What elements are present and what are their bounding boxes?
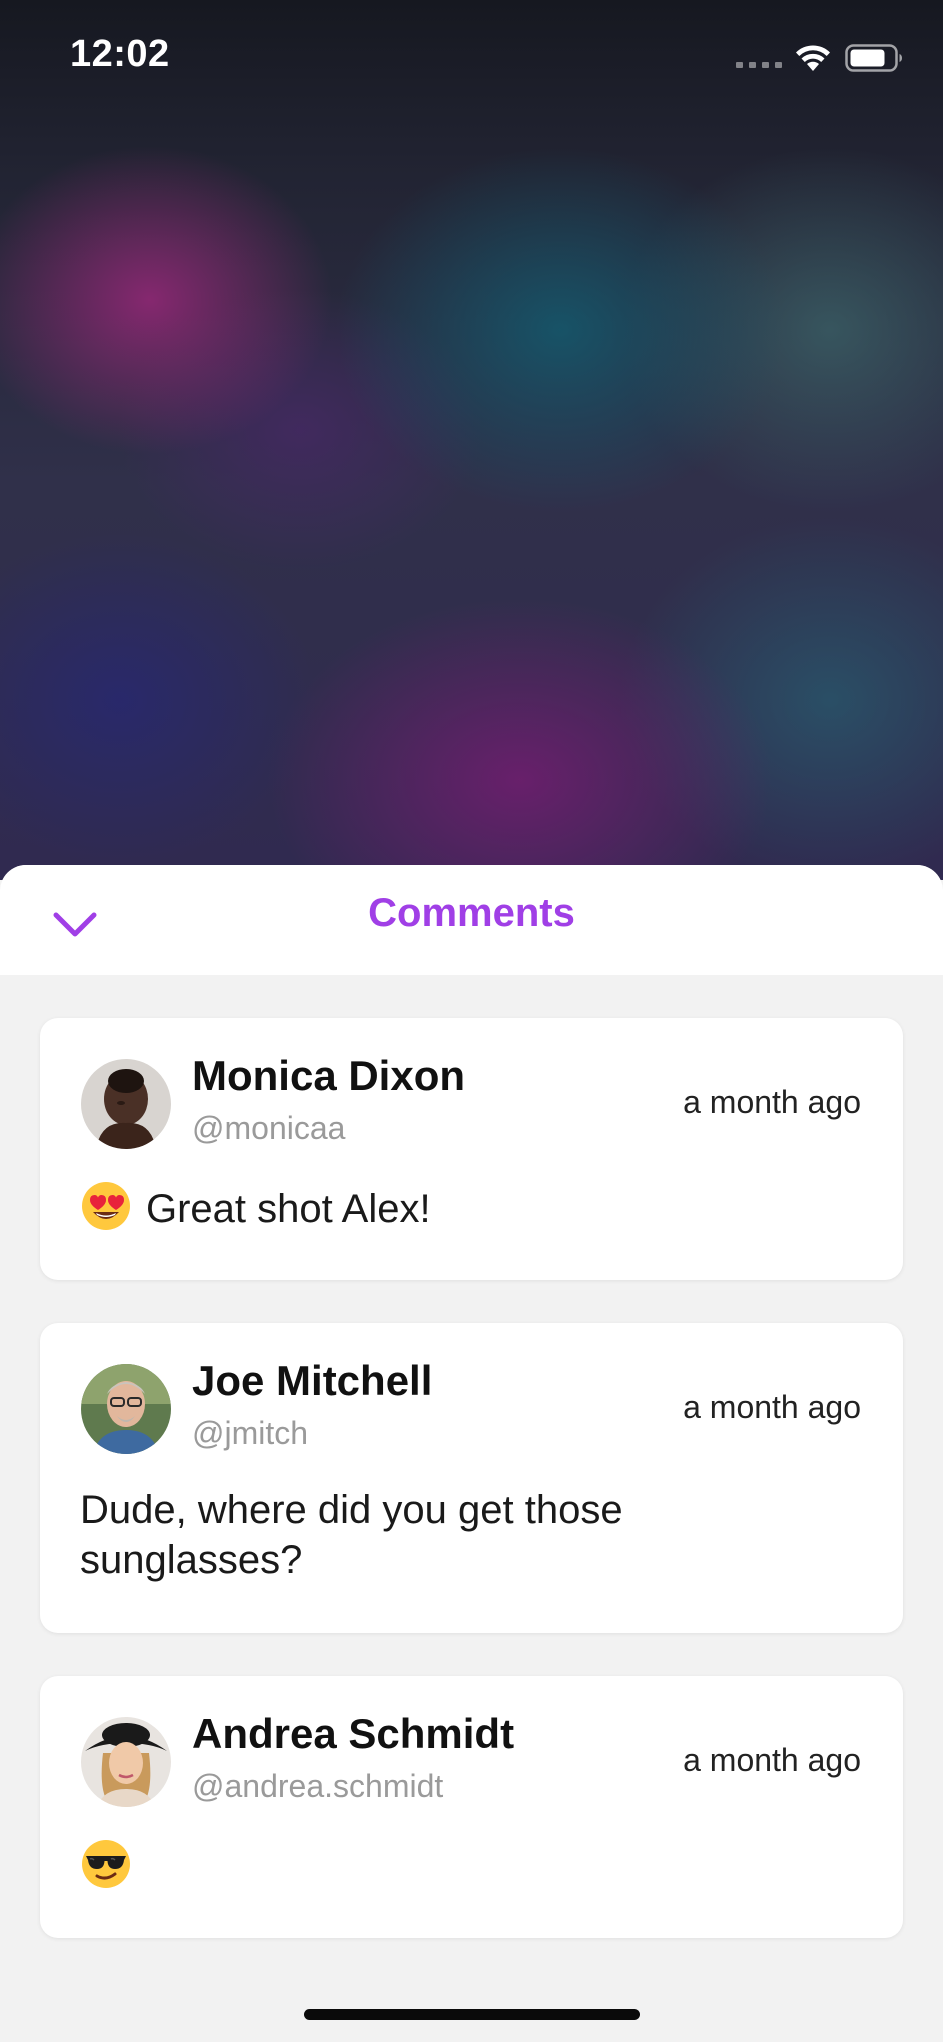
comment-body (80, 1838, 843, 1892)
comment-card[interactable]: Monica Dixon @monicaa a month ago Great … (40, 1018, 903, 1280)
comments-sheet: Comments Monica Dixon @monicaa a month a… (0, 865, 943, 2042)
comment-body: Great shot Alex! (80, 1180, 843, 1234)
avatar[interactable] (81, 1059, 171, 1149)
comment-card[interactable]: Joe Mitchell @jmitch a month ago Dude, w… (40, 1323, 903, 1633)
status-bar: 12:02 (0, 0, 943, 120)
author-handle[interactable]: @andrea.schmidt (192, 1768, 443, 1805)
status-time: 12:02 (70, 33, 170, 75)
comment-body: Dude, where did you get those sunglasses… (80, 1485, 843, 1585)
sunglasses-emoji-icon (82, 1840, 130, 1888)
battery-icon (845, 44, 902, 72)
blurred-photo-background (0, 0, 943, 880)
comment-timestamp: a month ago (683, 1742, 861, 1778)
comment-text: Great shot Alex! (146, 1187, 431, 1231)
author-handle[interactable]: @monicaa (192, 1110, 345, 1147)
heart-eyes-emoji-icon (82, 1182, 130, 1230)
comment-card[interactable]: Andrea Schmidt @andrea.schmidt a month a… (40, 1676, 903, 1938)
comments-header: Comments (0, 865, 943, 975)
author-handle[interactable]: @jmitch (192, 1415, 308, 1452)
comment-text: Dude, where did you get those sunglasses… (80, 1488, 623, 1582)
home-indicator[interactable] (304, 2009, 640, 2020)
comment-list: Monica Dixon @monicaa a month ago Great … (40, 1018, 903, 1981)
wifi-icon (796, 45, 830, 71)
avatar[interactable] (81, 1364, 171, 1454)
author-name[interactable]: Monica Dixon (192, 1052, 465, 1100)
screen: 12:02 Comments Monica Dixon @monicaa a m… (0, 0, 943, 2042)
comment-timestamp: a month ago (683, 1389, 861, 1425)
sheet-title: Comments (368, 891, 575, 935)
author-name[interactable]: Andrea Schmidt (192, 1710, 514, 1758)
comment-timestamp: a month ago (683, 1084, 861, 1120)
cellular-signal-icon (736, 62, 782, 68)
author-name[interactable]: Joe Mitchell (192, 1357, 432, 1405)
avatar[interactable] (81, 1717, 171, 1807)
